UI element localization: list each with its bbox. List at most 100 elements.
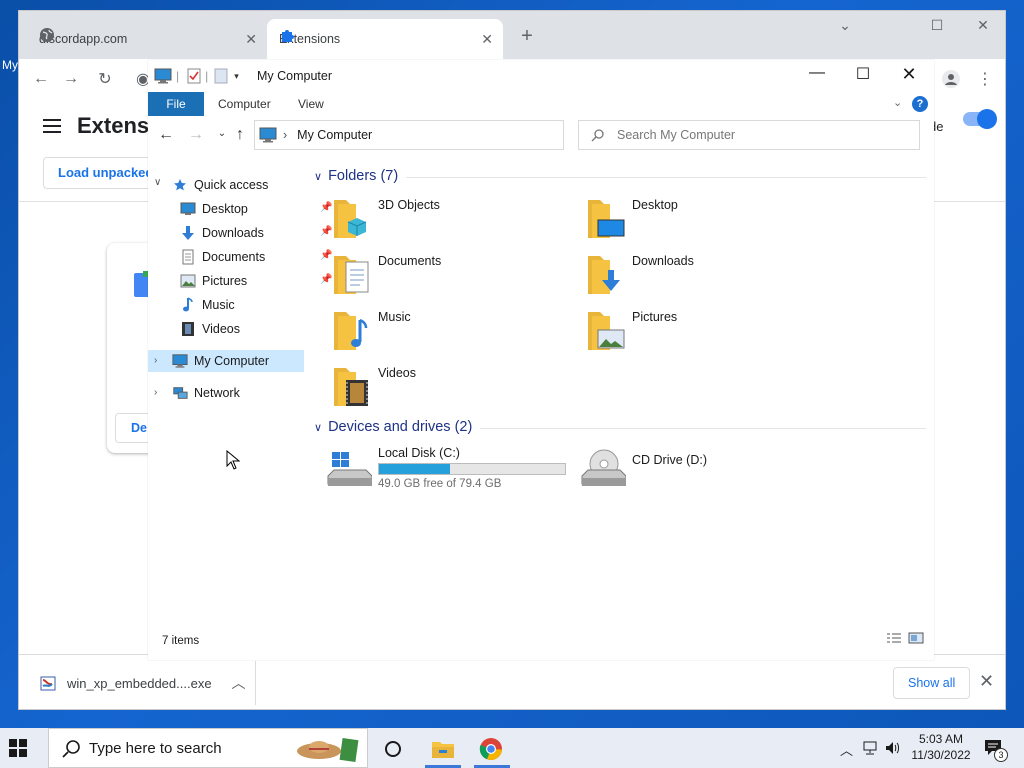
folder-videos-icon	[332, 364, 372, 408]
separator: |	[205, 69, 209, 83]
hamburger-icon[interactable]	[43, 119, 61, 137]
nav-documents[interactable]: Documents 📌	[180, 246, 332, 268]
search-icon	[591, 128, 605, 142]
hard-disk-icon	[326, 446, 373, 490]
close-button[interactable]: ✕	[886, 64, 932, 88]
address-bar[interactable]: › My Computer ⌄ ↻	[254, 120, 659, 150]
close-icon[interactable]: ✕	[979, 671, 994, 692]
chevron-up-icon[interactable]: ︿	[840, 740, 853, 759]
drive-item[interactable]: CD Drive (D:)	[580, 446, 707, 496]
download-item[interactable]: win_xp_embedded....exe ︿	[39, 669, 246, 697]
search-placeholder: Type here to search	[89, 739, 222, 757]
back-icon[interactable]: ←	[31, 69, 51, 89]
minimize-button[interactable]: —	[794, 64, 840, 88]
folder-item[interactable]: Pictures	[586, 308, 677, 360]
file-explorer-taskbar-icon[interactable]	[430, 736, 456, 762]
nav-desktop[interactable]: Desktop 📌	[180, 198, 332, 220]
profile-icon[interactable]	[941, 69, 961, 89]
clock-time: 5:03 AM	[918, 732, 964, 746]
ribbon-expand-icon[interactable]: ⌄	[893, 96, 902, 109]
menu-icon[interactable]: ⋮	[975, 69, 995, 89]
search-input[interactable]: Search My Computer	[578, 120, 920, 150]
close-button[interactable]: ✕	[963, 17, 1003, 34]
qat-dropdown-icon[interactable]: ▾	[234, 71, 239, 82]
nav-label: Documents	[202, 250, 266, 264]
folder-item[interactable]: Music	[332, 308, 411, 360]
back-icon[interactable]: ←	[156, 126, 176, 146]
show-all-button[interactable]: Show all	[893, 667, 971, 699]
nav-network[interactable]: › Network	[148, 382, 240, 404]
folder-item[interactable]: Desktop	[586, 196, 678, 248]
properties-icon[interactable]	[187, 68, 201, 84]
nav-pictures[interactable]: Pictures 📌	[180, 270, 332, 292]
up-icon[interactable]: ↑	[230, 126, 250, 146]
chevron-down-icon[interactable]: ⌄	[825, 17, 865, 34]
devices-group-header[interactable]: ∨ Devices and drives (2)	[314, 419, 472, 435]
folders-group-header[interactable]: ∨ Folders (7)	[314, 168, 398, 184]
breadcrumb-separator-icon[interactable]: ›	[283, 128, 287, 142]
chevron-up-icon[interactable]: ︿	[232, 673, 246, 693]
forward-icon[interactable]: →	[61, 69, 81, 89]
details-view-icon[interactable]	[886, 632, 902, 647]
explorer-window: | | ▾ My Computer — ☐ ✕ File Computer Vi…	[148, 60, 934, 660]
breadcrumb[interactable]: My Computer	[297, 128, 372, 142]
ribbon-tabs: File Computer View	[148, 92, 934, 116]
close-icon[interactable]: ✕	[245, 31, 257, 48]
network-icon[interactable]	[862, 740, 880, 759]
recent-locations-icon[interactable]: ⌄	[212, 128, 232, 148]
download-filename: win_xp_embedded....exe	[67, 675, 212, 691]
new-folder-icon[interactable]	[214, 68, 228, 84]
nav-downloads[interactable]: Downloads 📌	[180, 222, 332, 244]
folder-item[interactable]: Downloads	[586, 252, 694, 304]
developer-mode-toggle[interactable]	[963, 109, 997, 129]
reload-icon[interactable]: ↻	[95, 69, 115, 89]
desktop-icon-label[interactable]: My	[2, 58, 18, 72]
folder-label: Videos	[378, 366, 416, 380]
nav-music[interactable]: Music	[180, 294, 235, 316]
tab-view[interactable]: View	[284, 92, 338, 116]
network-icon	[172, 385, 188, 401]
tab-file[interactable]: File	[148, 92, 204, 116]
nav-label: Network	[194, 386, 240, 400]
tab-computer[interactable]: Computer	[204, 92, 285, 116]
folder-item[interactable]: Videos	[332, 364, 416, 416]
desktop-icon	[180, 201, 196, 217]
tab-strip: discordapp.com ✕ Extensions ✕ + ⌄ ☐ ✕	[19, 11, 1005, 59]
system-clock[interactable]: 5:03 AM 11/30/2022	[906, 731, 976, 763]
new-tab-button[interactable]: +	[515, 25, 539, 48]
chevron-down-icon[interactable]: ∨	[154, 177, 161, 188]
volume-icon[interactable]	[884, 740, 902, 759]
nav-label: Quick access	[194, 178, 269, 192]
nav-videos[interactable]: Videos	[180, 318, 240, 340]
windows-start-icon[interactable]	[8, 738, 28, 758]
window-title: My Computer	[257, 69, 333, 83]
chevron-right-icon[interactable]: ›	[154, 355, 157, 366]
taskbar-search-input[interactable]: Type here to search	[48, 728, 368, 768]
tab-discord[interactable]: discordapp.com ✕	[27, 19, 267, 59]
chevron-right-icon[interactable]: ›	[154, 387, 157, 398]
chrome-taskbar-icon[interactable]	[478, 736, 504, 762]
close-icon[interactable]: ✕	[481, 31, 493, 48]
drive-label: Local Disk (C:)	[378, 446, 460, 460]
folder-item[interactable]: Documents	[332, 252, 441, 304]
drive-label: CD Drive (D:)	[632, 453, 707, 467]
task-view-icon[interactable]	[380, 736, 406, 762]
group-title: Folders (7)	[328, 168, 399, 184]
forward-icon[interactable]: →	[186, 126, 206, 146]
folder-item[interactable]: 3D Objects	[332, 196, 440, 248]
nav-my-computer[interactable]: › My Computer	[148, 350, 304, 372]
globe-icon	[39, 27, 55, 43]
content-pane: ∨ Folders (7) 3D Objects Desktop Documen…	[308, 160, 928, 640]
search-placeholder: Search My Computer	[617, 128, 736, 142]
nav-label: Videos	[202, 322, 240, 336]
maximize-button[interactable]: ☐	[917, 17, 957, 34]
large-icons-view-icon[interactable]	[908, 632, 924, 647]
separator: |	[176, 69, 180, 83]
tab-extensions[interactable]: Extensions ✕	[267, 19, 503, 59]
help-icon[interactable]: ?	[912, 96, 928, 112]
search-highlight-illustration-icon	[295, 733, 361, 768]
drive-item[interactable]: Local Disk (C:) 49.0 GB free of 79.4 GB	[326, 446, 566, 496]
folder-label: 3D Objects	[378, 198, 440, 212]
nav-quick-access[interactable]: Quick access	[172, 174, 268, 196]
maximize-button[interactable]: ☐	[840, 64, 886, 88]
